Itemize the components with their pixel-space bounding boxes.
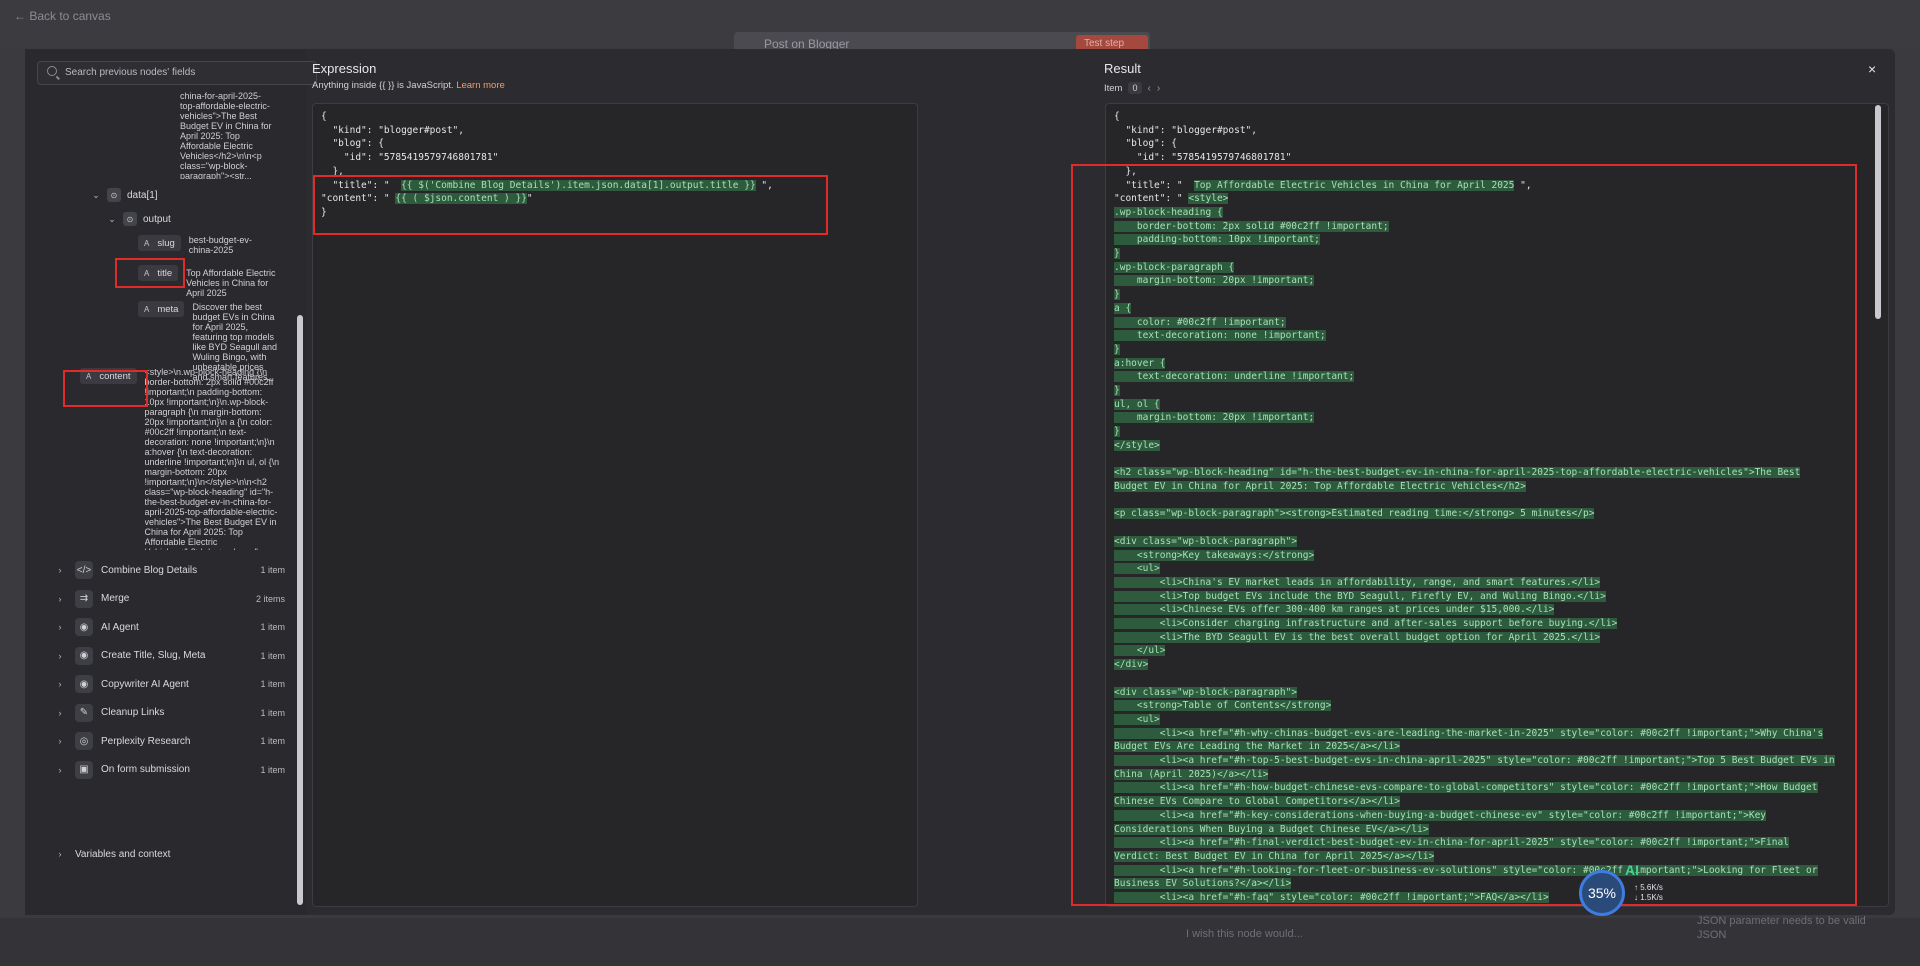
item-count: 1 item	[260, 764, 285, 775]
speed-widget-percent[interactable]: 35%	[1579, 870, 1625, 916]
item-count: 2 items	[255, 593, 285, 604]
node-name: On form submission	[101, 764, 190, 775]
globe-icon: ◎	[75, 732, 93, 750]
chevron-down-icon: ⌄	[108, 213, 116, 224]
item-selector: Item 0 ‹ ›	[1104, 82, 1161, 94]
robot-icon: ◉	[75, 646, 93, 665]
chevron-right-icon: ›	[58, 849, 62, 859]
node-item[interactable]: › ✎ Cleanup Links 1 item	[55, 703, 285, 722]
item-count: 1 item	[260, 622, 285, 632]
item-count: 1 item	[260, 650, 285, 661]
back-to-canvas-link[interactable]: ← Back to canvas	[14, 9, 111, 23]
node-item[interactable]: › ⇉ Merge 2 items	[55, 589, 285, 608]
node-name: Combine Blog Details	[101, 564, 198, 576]
chevron-right-icon: ›	[58, 622, 62, 632]
node-name: Perplexity Research	[101, 735, 191, 747]
close-icon[interactable]: ×	[1868, 61, 1876, 77]
variables-and-context[interactable]: › Variables and context	[55, 845, 285, 863]
code-icon: </>	[75, 561, 93, 579]
annotation-box-expression	[313, 175, 828, 235]
variables-label: Variables and context	[75, 848, 171, 860]
string-type-icon: A	[144, 238, 150, 248]
field-slug[interactable]: Aslug best-budget-ev-china-2025	[138, 235, 271, 255]
annotation-box-result	[1071, 164, 1857, 906]
object-icon: ⊙	[107, 188, 121, 202]
field-key[interactable]: Aslug	[138, 235, 181, 251]
chevron-right-icon: ›	[58, 565, 62, 575]
result-title: Result	[1104, 61, 1141, 76]
annotation-box-content-field	[63, 370, 148, 407]
robot-icon: ◉	[75, 618, 93, 636]
expression-hint: Anything inside {{ }} is JavaScript. Lea…	[312, 80, 505, 91]
node-item[interactable]: › ◎ Perplexity Research 1 item	[55, 732, 285, 750]
learn-more-link[interactable]: Learn more	[456, 80, 505, 91]
chevron-left-icon[interactable]: ‹	[1148, 83, 1151, 94]
node-item[interactable]: › ◉ AI Agent 1 item	[55, 618, 285, 636]
feedback-note: I wish this node would...	[1186, 928, 1303, 940]
search-input[interactable]: Search previous nodes' fields	[37, 61, 317, 85]
item-count: 1 item	[260, 707, 285, 718]
json-error-text-2: JSON	[1697, 929, 1727, 941]
node-item[interactable]: › ◉ Create Title, Slug, Meta 1 item	[55, 646, 285, 665]
chevron-right-icon: ›	[58, 593, 62, 604]
tree-node-label: data[1]	[127, 189, 158, 201]
pen-icon: ✎	[75, 703, 93, 722]
chevron-right-icon: ›	[58, 764, 62, 775]
tree-node-label: output	[143, 213, 171, 225]
ai-tag: AI	[1625, 862, 1639, 878]
node-name: AI Agent	[101, 621, 139, 633]
string-type-icon: A	[144, 304, 150, 314]
node-name: Cleanup Links	[101, 707, 165, 718]
chevron-right-icon: ›	[58, 736, 62, 746]
merge-icon: ⇉	[75, 589, 93, 608]
chevron-right-icon: ›	[58, 707, 62, 718]
form-icon: ▣	[75, 760, 93, 779]
field-value: Top Affordable Electric Vehicles in Chin…	[186, 268, 276, 298]
node-item[interactable]: › ▣ On form submission 1 item	[55, 760, 285, 779]
item-number[interactable]: 0	[1128, 82, 1142, 94]
node-name: Merge	[101, 593, 130, 604]
json-error-text: JSON parameter needs to be valid	[1697, 915, 1866, 927]
result-scrollbar[interactable]	[1875, 105, 1881, 319]
chevron-right-icon: ›	[58, 650, 62, 661]
tree-node-output[interactable]: ⌄ ⊙ output	[107, 212, 171, 226]
node-name: Copywriter AI Agent	[101, 678, 189, 690]
robot-icon: ◉	[75, 675, 93, 693]
field-value: <style>\n.wp-block-heading {\n border-bo…	[144, 367, 280, 550]
network-speed: ↑ 5.6K/s ↓ 1.5K/s	[1634, 883, 1663, 902]
input-fields-panel: Search previous nodes' fields china-for-…	[25, 49, 317, 915]
node-item[interactable]: › </> Combine Blog Details 1 item	[55, 561, 285, 579]
chevron-right-icon[interactable]: ›	[1157, 83, 1160, 94]
field-key[interactable]: Ameta	[138, 301, 185, 317]
field-value: best-budget-ev-china-2025	[188, 235, 252, 255]
node-name: Create Title, Slug, Meta	[101, 650, 206, 661]
tree-node-data1[interactable]: ⌄ ⊙ data[1]	[91, 188, 158, 202]
object-icon: ⊙	[123, 212, 137, 226]
item-count: 1 item	[260, 679, 285, 689]
search-icon	[47, 66, 57, 76]
item-count: 1 item	[260, 736, 285, 746]
left-scrollbar[interactable]	[297, 315, 303, 905]
node-item[interactable]: › ◉ Copywriter AI Agent 1 item	[55, 675, 285, 693]
truncated-content-value: china-for-april-2025- top-affordable-ele…	[180, 91, 272, 179]
annotation-box-title-field	[115, 258, 185, 288]
chevron-right-icon: ›	[58, 679, 62, 689]
canvas-footer	[0, 918, 1920, 966]
item-count: 1 item	[260, 565, 285, 575]
chevron-down-icon: ⌄	[92, 189, 100, 200]
expression-title: Expression	[312, 61, 377, 76]
